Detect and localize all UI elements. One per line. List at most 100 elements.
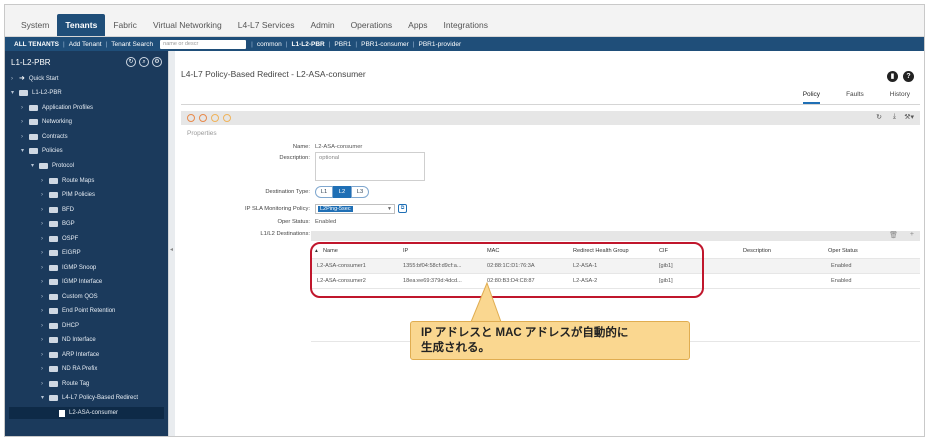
sidebar-item[interactable]: › BFD bbox=[41, 204, 74, 216]
tools-icon[interactable]: ⚒▾ bbox=[904, 113, 914, 121]
subnav-l1-l2-pbr[interactable]: L1-L2-PBR bbox=[288, 41, 327, 48]
tab-faults[interactable]: Faults bbox=[846, 91, 864, 104]
sidebar-item[interactable]: › Route Maps bbox=[41, 175, 94, 187]
quick-start-icon: ➜ bbox=[19, 75, 25, 82]
sidebar-item-label: Quick Start bbox=[28, 76, 59, 82]
sidebar-item[interactable]: ▾ Policies bbox=[21, 145, 63, 157]
ip-sla-select[interactable]: L2Ping-5sec ▼ bbox=[315, 204, 395, 214]
chevron-right-icon[interactable]: › bbox=[41, 363, 49, 375]
chevron-right-icon[interactable]: › bbox=[41, 378, 49, 390]
download-icon[interactable]: ⤓ bbox=[893, 113, 896, 121]
sidebar-item[interactable]: › ARP Interface bbox=[41, 349, 99, 361]
all-tenants-link[interactable]: ALL TENANTS bbox=[11, 41, 62, 48]
tenant-search-label: Tenant Search bbox=[111, 40, 154, 48]
refresh-icon[interactable]: ↻ bbox=[126, 57, 136, 67]
sidebar-item-label: Contracts bbox=[42, 134, 68, 140]
column-header-description[interactable]: Description bbox=[743, 248, 771, 254]
destination-type-l2[interactable]: L2 bbox=[333, 186, 351, 198]
settings-icon[interactable]: ⚙ bbox=[152, 57, 162, 67]
add-tenant-link[interactable]: Add Tenant bbox=[66, 41, 105, 48]
tab-system[interactable]: System bbox=[13, 14, 57, 36]
callout-line-1: IP アドレスと MAC アドレスが自動的に bbox=[421, 327, 629, 339]
chevron-right-icon[interactable]: › bbox=[21, 131, 29, 143]
chevron-down-icon[interactable]: ▾ bbox=[21, 145, 29, 157]
bookmark-icon[interactable]: ▮ bbox=[887, 71, 898, 82]
fault-critical-icon[interactable] bbox=[187, 114, 195, 122]
chevron-right-icon[interactable]: › bbox=[41, 175, 49, 187]
sidebar-item[interactable]: › EIGRP bbox=[41, 247, 81, 259]
fault-minor-icon[interactable] bbox=[211, 114, 219, 122]
chevron-right-icon[interactable]: › bbox=[41, 349, 49, 361]
sidebar-item[interactable]: › Application Profiles bbox=[21, 102, 93, 114]
subnav-pbr1[interactable]: PBR1 bbox=[331, 41, 354, 48]
sidebar-item[interactable]: › ➜ Quick Start bbox=[11, 73, 59, 85]
description-field[interactable]: optional bbox=[315, 152, 425, 181]
chevron-right-icon[interactable]: › bbox=[41, 233, 49, 245]
refresh-icon[interactable]: ↻ bbox=[876, 113, 882, 121]
chevron-right-icon[interactable]: › bbox=[41, 276, 49, 288]
sidebar-item[interactable]: › End Point Retention bbox=[41, 305, 115, 317]
chevron-right-icon[interactable]: › bbox=[41, 189, 49, 201]
tab-policy[interactable]: Policy bbox=[802, 91, 821, 104]
tab-admin[interactable]: Admin bbox=[302, 14, 342, 36]
chevron-right-icon[interactable]: › bbox=[41, 218, 49, 230]
chevron-right-icon[interactable]: › bbox=[21, 116, 29, 128]
sidebar-item[interactable]: ▾ L1-L2-PBR bbox=[11, 87, 62, 99]
tab-operations[interactable]: Operations bbox=[343, 14, 401, 36]
sidebar-item[interactable]: ▾ Protocol bbox=[31, 160, 74, 172]
tab-tenants[interactable]: Tenants bbox=[57, 14, 106, 36]
tab-history[interactable]: History bbox=[890, 91, 910, 104]
sidebar-item-label: Route Tag bbox=[62, 381, 90, 387]
help-icon[interactable]: ? bbox=[903, 71, 914, 82]
chevron-right-icon[interactable]: › bbox=[41, 247, 49, 259]
open-policy-icon[interactable]: ⧉ bbox=[398, 204, 407, 213]
chevron-right-icon[interactable]: › bbox=[41, 305, 49, 317]
sidebar-item[interactable]: › IGMP Snoop bbox=[41, 262, 96, 274]
sidebar-item[interactable]: ▾ L4-L7 Policy-Based Redirect bbox=[41, 392, 138, 404]
tab-apps[interactable]: Apps bbox=[400, 14, 435, 36]
column-header-oper-status[interactable]: Oper Status bbox=[828, 248, 858, 254]
sidebar-item[interactable]: › PIM Policies bbox=[41, 189, 95, 201]
collapse-arrow-icon[interactable]: ◂ bbox=[170, 246, 173, 253]
sidebar-item[interactable]: › OSPF bbox=[41, 233, 78, 245]
fault-major-icon[interactable] bbox=[199, 114, 207, 122]
subnav-common[interactable]: common bbox=[254, 41, 285, 48]
sidebar-item[interactable]: › IGMP Interface bbox=[41, 276, 102, 288]
tab-fabric[interactable]: Fabric bbox=[105, 14, 145, 36]
tab-integrations[interactable]: Integrations bbox=[436, 14, 496, 36]
sidebar-item[interactable]: › Route Tag bbox=[41, 378, 89, 390]
chevron-right-icon[interactable]: › bbox=[41, 320, 49, 332]
add-icon[interactable]: + bbox=[910, 231, 914, 238]
callout-pointer bbox=[470, 281, 502, 323]
fault-warning-icon[interactable] bbox=[223, 114, 231, 122]
sidebar-item[interactable]: › ND RA Prefix bbox=[41, 363, 97, 375]
sidebar-item[interactable]: › Custom QOS bbox=[41, 291, 98, 303]
chevron-right-icon[interactable]: › bbox=[41, 262, 49, 274]
sidebar-item[interactable]: › Contracts bbox=[21, 131, 68, 143]
delete-icon[interactable]: 🗑 bbox=[889, 231, 898, 239]
chevron-down-icon[interactable]: ▾ bbox=[31, 160, 39, 172]
search-icon[interactable]: ⌕ bbox=[139, 57, 149, 67]
tenant-search-input[interactable]: name or descr bbox=[160, 39, 247, 49]
sidebar-resize-handle[interactable]: ◂ bbox=[168, 51, 175, 436]
sidebar-item[interactable]: › Networking bbox=[21, 116, 72, 128]
sidebar-item[interactable]: › ND Interface bbox=[41, 334, 96, 346]
ip-sla-value: L2Ping-5sec bbox=[318, 206, 353, 212]
chevron-right-icon[interactable]: › bbox=[41, 291, 49, 303]
destination-type-l1[interactable]: L1 bbox=[315, 186, 333, 198]
chevron-right-icon[interactable]: › bbox=[41, 204, 49, 216]
sidebar-item[interactable]: L2-ASA-consumer bbox=[9, 407, 164, 419]
chevron-right-icon[interactable]: › bbox=[21, 102, 29, 114]
sidebar-item-label: L4-L7 Policy-Based Redirect bbox=[62, 395, 139, 401]
sidebar-item[interactable]: › BGP bbox=[41, 218, 75, 230]
chevron-right-icon[interactable]: › bbox=[41, 334, 49, 346]
chevron-down-icon[interactable]: ▾ bbox=[41, 392, 49, 404]
chevron-right-icon[interactable]: › bbox=[11, 73, 19, 85]
chevron-down-icon[interactable]: ▾ bbox=[11, 87, 19, 99]
tab-l4-l7-services[interactable]: L4-L7 Services bbox=[230, 14, 303, 36]
sidebar-item[interactable]: › DHCP bbox=[41, 320, 79, 332]
subnav-pbr1-provider[interactable]: PBR1-provider bbox=[416, 41, 465, 48]
destination-type-l3[interactable]: L3 bbox=[351, 186, 369, 198]
subnav-pbr1-consumer[interactable]: PBR1-consumer bbox=[358, 41, 412, 48]
tab-virtual-networking[interactable]: Virtual Networking bbox=[145, 14, 230, 36]
